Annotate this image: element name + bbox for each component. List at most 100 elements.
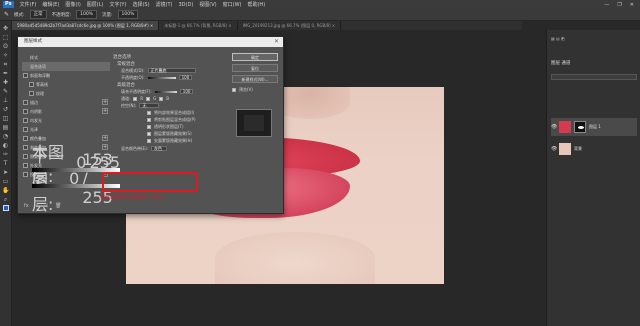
- option-checkbox[interactable]: [147, 138, 151, 143]
- menu-window[interactable]: 窗口(W): [223, 1, 242, 8]
- flow-label: 流量:: [101, 12, 113, 18]
- pen-tool-icon[interactable]: ✑: [2, 151, 9, 158]
- checkbox[interactable]: [23, 163, 28, 168]
- panel-tabs[interactable]: 图层 通道: [551, 60, 570, 66]
- layer-row[interactable]: 👁 背景: [551, 140, 637, 158]
- stamp-tool-icon[interactable]: ⊥: [2, 97, 9, 104]
- type-tool-icon[interactable]: T: [2, 160, 9, 167]
- blend-if-select[interactable]: 灰色: [151, 146, 167, 151]
- eye-icon[interactable]: 👁: [551, 146, 557, 152]
- dodge-tool-icon[interactable]: ◐: [2, 142, 9, 149]
- style-item-inner-shadow[interactable]: 内阴影 +: [22, 107, 110, 116]
- style-item-blending-options[interactable]: 混合选项: [22, 62, 110, 71]
- menu-image[interactable]: 图像(I): [65, 1, 80, 8]
- style-item-texture[interactable]: 纹理: [22, 89, 110, 98]
- layer-row[interactable]: 👁 图层 1: [551, 118, 637, 136]
- checkbox[interactable]: [23, 73, 28, 78]
- reset-button[interactable]: 复位: [232, 64, 278, 72]
- opacity-slider[interactable]: [147, 76, 176, 79]
- magic-wand-icon[interactable]: ✧: [2, 52, 9, 59]
- layer-filter-bar[interactable]: [551, 74, 637, 80]
- style-item-bevel[interactable]: 斜面和浮雕: [22, 71, 110, 80]
- checkbox[interactable]: [23, 154, 28, 159]
- ok-button[interactable]: 确定: [232, 53, 278, 61]
- menu-help[interactable]: 帮助(H): [247, 1, 265, 8]
- add-icon[interactable]: +: [102, 99, 108, 105]
- fill-opacity-slider[interactable]: [154, 90, 177, 93]
- fx-icon[interactable]: fx: [24, 203, 29, 209]
- option-checkbox[interactable]: [147, 131, 151, 136]
- dialog-title: 图层样式: [18, 37, 283, 47]
- mode-select[interactable]: 正常: [29, 10, 47, 19]
- zoom-tool-icon[interactable]: ⌕: [2, 196, 9, 203]
- checkbox[interactable]: [23, 172, 28, 177]
- opacity-field[interactable]: 100: [178, 75, 193, 80]
- flow-field[interactable]: 100%: [117, 10, 139, 19]
- crop-tool-icon[interactable]: ⌗: [2, 61, 9, 68]
- style-item-contour[interactable]: 等高线: [22, 80, 110, 89]
- checkbox[interactable]: [23, 145, 28, 150]
- shape-tool-icon[interactable]: ▭: [2, 178, 9, 185]
- preview-checkbox[interactable]: [232, 87, 236, 92]
- foreground-color-swatch[interactable]: [2, 205, 9, 211]
- menu-filter[interactable]: 滤镜(T): [156, 1, 173, 8]
- channel-r-checkbox[interactable]: [133, 96, 138, 101]
- maximize-button[interactable]: ❐: [617, 2, 621, 8]
- tab-document-1[interactable]: 5980ad5d5489d2b7f7ad3a87cdc6e.jpg @ 100%…: [12, 21, 160, 30]
- eye-icon[interactable]: 👁: [551, 124, 557, 130]
- checkbox[interactable]: [23, 109, 28, 114]
- checkbox[interactable]: [23, 100, 28, 105]
- healing-brush-icon[interactable]: ✚: [2, 79, 9, 86]
- new-style-button[interactable]: 新建样式(W)...: [232, 75, 278, 83]
- layer-name[interactable]: 图层 1: [589, 124, 601, 130]
- checkbox[interactable]: [23, 118, 28, 123]
- style-item-inner-glow[interactable]: 内发光: [22, 116, 110, 125]
- checkbox[interactable]: [29, 82, 34, 87]
- hand-tool-icon[interactable]: ✋: [2, 187, 9, 194]
- blend-mode-select[interactable]: 正片叠底: [147, 68, 196, 73]
- checkbox[interactable]: [23, 127, 28, 132]
- style-item-satin[interactable]: 光泽: [22, 125, 110, 134]
- eyedropper-tool-icon[interactable]: ✒: [2, 70, 9, 77]
- menu-3d[interactable]: 3D(D): [179, 2, 194, 8]
- history-brush-icon[interactable]: ↺: [2, 106, 9, 113]
- gradient-tool-icon[interactable]: ▤: [2, 124, 9, 131]
- add-icon[interactable]: +: [102, 108, 108, 114]
- minimize-button[interactable]: —: [604, 2, 609, 8]
- brush-tool-icon[interactable]: ✎: [4, 11, 9, 18]
- blur-tool-icon[interactable]: ◔: [2, 133, 9, 140]
- layer-name[interactable]: 背景: [574, 146, 582, 152]
- option-checkbox[interactable]: [147, 117, 151, 122]
- menu-layer[interactable]: 图层(L): [87, 1, 104, 8]
- menu-view[interactable]: 视图(V): [199, 1, 216, 8]
- menu-file[interactable]: 文件(F): [20, 1, 37, 8]
- close-window-button[interactable]: ✕: [630, 2, 634, 8]
- layer-mask-thumbnail[interactable]: [574, 121, 586, 133]
- checkbox[interactable]: [29, 91, 34, 96]
- lasso-tool-icon[interactable]: ʘ: [2, 43, 9, 50]
- menu-type[interactable]: 文字(Y): [109, 1, 126, 8]
- style-item-stroke[interactable]: 描边 +: [22, 98, 110, 107]
- close-icon[interactable]: ✕: [274, 38, 279, 45]
- path-select-icon[interactable]: ➤: [2, 169, 9, 176]
- channel-g-checkbox[interactable]: [146, 96, 151, 101]
- opacity-field[interactable]: 100%: [76, 10, 97, 19]
- checkbox[interactable]: [23, 136, 28, 141]
- option-checkbox[interactable]: [147, 124, 151, 129]
- photoshop-logo[interactable]: Ps: [3, 1, 14, 8]
- fill-opacity-field[interactable]: 100: [179, 89, 194, 94]
- options-bar: ✎ 模式: 正常 不透明度: 100% 流量: 100%: [0, 9, 640, 21]
- menu-edit[interactable]: 编辑(E): [42, 1, 59, 8]
- menu-select[interactable]: 选择(S): [132, 1, 149, 8]
- add-icon[interactable]: +: [102, 135, 108, 141]
- marquee-tool-icon[interactable]: ⬚: [2, 34, 9, 41]
- option-checkbox[interactable]: [147, 110, 151, 115]
- knockout-select[interactable]: 无: [139, 103, 160, 108]
- section-header: 混合选项: [113, 55, 131, 60]
- tab-document-2[interactable]: 未标题-1 @ 66.7% (背景, RGB/8) ×: [159, 21, 238, 30]
- channel-b-checkbox[interactable]: [159, 96, 164, 101]
- eraser-tool-icon[interactable]: ◫: [2, 115, 9, 122]
- tab-document-3[interactable]: IMG_20190213.jpg @ 66.7% (图层 0, RGB/8) ×: [238, 21, 342, 30]
- brush-tool-icon[interactable]: ✎: [2, 88, 9, 95]
- move-tool-icon[interactable]: ✥: [2, 25, 9, 32]
